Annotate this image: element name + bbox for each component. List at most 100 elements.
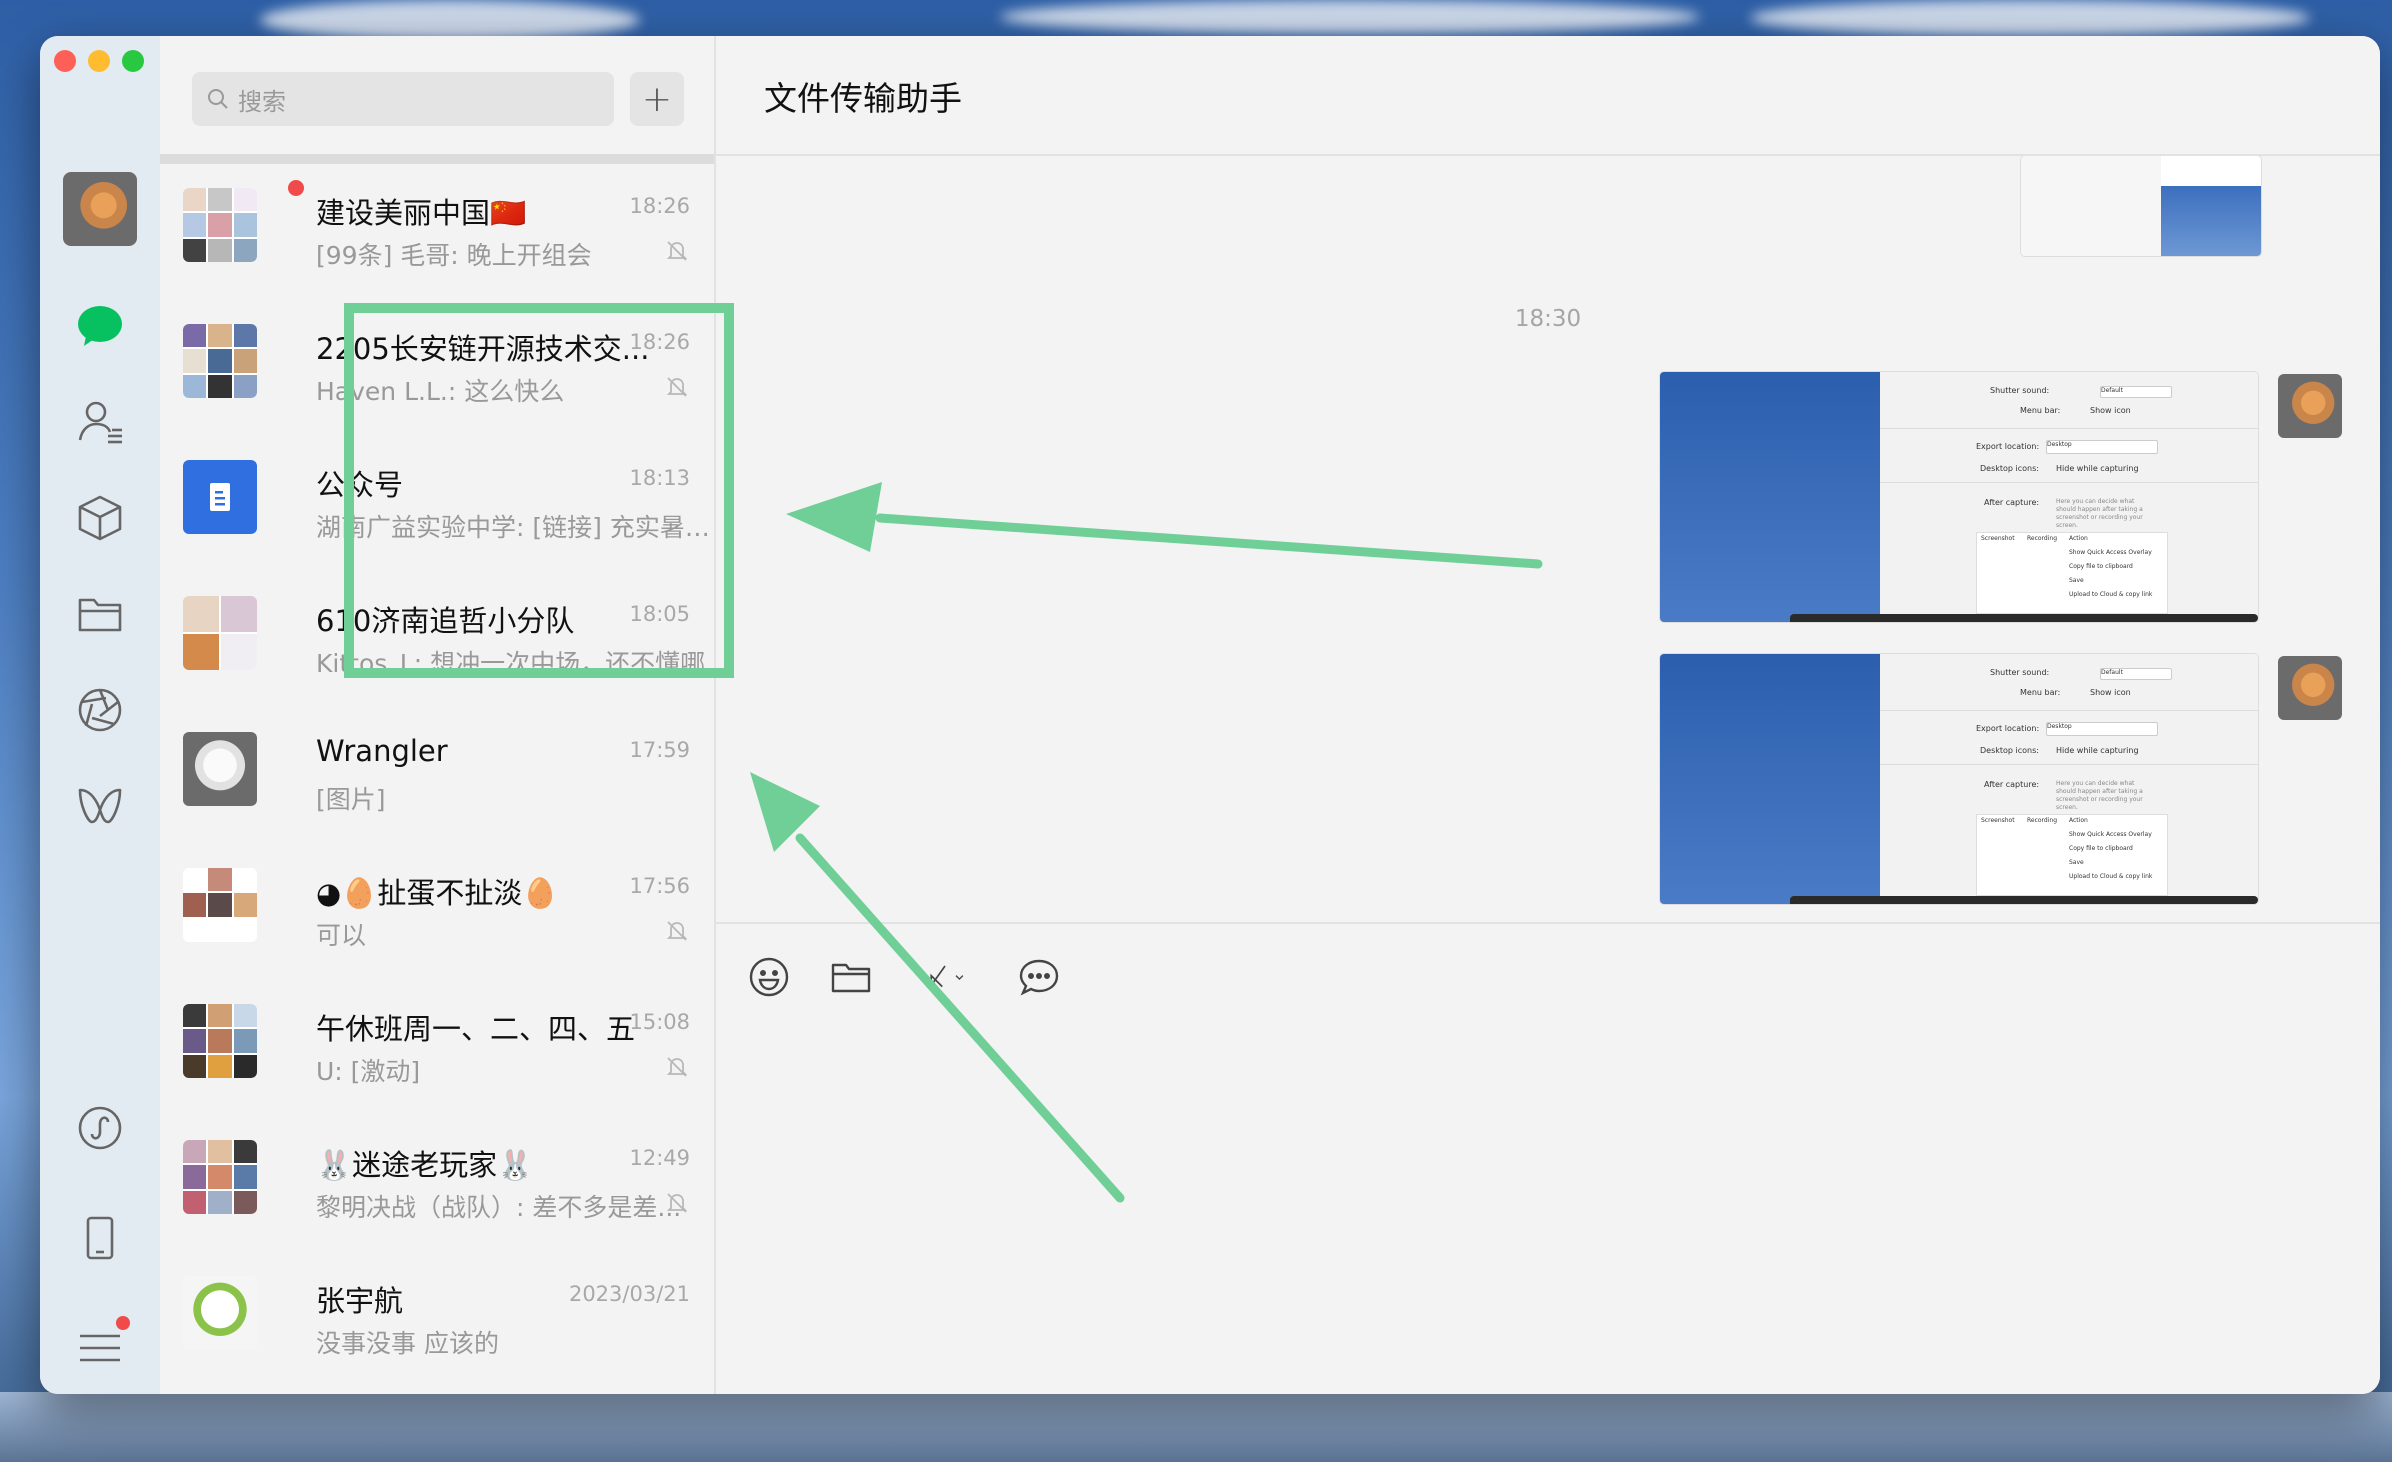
actions-table: Screenshot Recording Action Show Quick A… <box>1976 814 2168 896</box>
chat-preview: 黎明决战（战队）: 差不多是差... <box>316 1193 682 1222</box>
chat-name: 2205长安链开源技术交... <box>316 332 650 366</box>
chat-list: 建设美丽中国🇨🇳 [99条] 毛哥: 晚上开组会 18:26 2205长安链开源… <box>160 164 716 1388</box>
channels-icon[interactable] <box>68 774 132 838</box>
group-avatar <box>183 1004 257 1078</box>
group-avatar <box>183 324 257 398</box>
chat-name: ◕🥚扯蛋不扯淡🥚 <box>316 876 559 910</box>
settings-divider <box>1880 428 2258 429</box>
chat-row[interactable]: 建设美丽中国🇨🇳 [99条] 毛哥: 晚上开组会 18:26 <box>160 164 714 300</box>
group-avatar <box>183 596 257 670</box>
sender-avatar[interactable] <box>2278 656 2342 720</box>
actions-table: Screenshot Recording Action Show Quick A… <box>1976 532 2168 614</box>
sidebar-rail <box>40 36 160 1394</box>
chat-name: 🐰迷途老玩家🐰 <box>316 1148 534 1182</box>
chat-row[interactable]: 610济南追哲小分队 Kittos_L: 想冲一次中场，还不懂哪 18:05 <box>160 572 714 708</box>
zoom-window-button[interactable] <box>122 50 144 72</box>
settings-divider <box>1880 710 2258 711</box>
input-divider <box>716 922 2380 924</box>
table-cell: Upload to Cloud & copy link <box>2069 873 2153 880</box>
emoji-icon <box>749 957 789 997</box>
image-dock-bar <box>1790 614 2258 622</box>
table-cell: Show Quick Access Overlay <box>2069 549 2152 556</box>
chat-preview: U: [激动] <box>316 1057 421 1086</box>
desktop-street <box>0 1392 2392 1462</box>
search-input[interactable]: 搜索 <box>192 72 614 126</box>
chat-row[interactable]: Wrangler [图片] 17:59 <box>160 708 714 844</box>
settings-divider <box>1880 482 2258 483</box>
message-area[interactable]: 18:30 Shutter sound: Default Menu bar: S… <box>716 156 2380 960</box>
table-cell: Copy file to clipboard <box>2069 563 2133 570</box>
chat-preview: [图片] <box>316 785 386 814</box>
folder-icon <box>831 963 871 993</box>
send-file-button[interactable] <box>828 954 874 1000</box>
chat-row[interactable]: 张宇航 没事没事 应该的 2023/03/21 <box>160 1252 714 1388</box>
partial-image-ui <box>2021 156 2161 256</box>
settings-note: Here you can decide what should happen a… <box>2056 780 2143 811</box>
contacts-icon[interactable] <box>68 390 132 454</box>
chat-row[interactable]: 午休班周一、二、四、五 U: [激动] 15:08 <box>160 980 714 1116</box>
mute-bell-icon <box>666 1193 688 1213</box>
chat-row[interactable]: ◕🥚扯蛋不扯淡🥚 可以 17:56 <box>160 844 714 980</box>
table-header: Screenshot <box>1981 817 2015 824</box>
files-folder-icon[interactable] <box>68 582 132 646</box>
scissors-icon <box>926 965 964 990</box>
mini-programs-icon[interactable] <box>68 1096 132 1160</box>
settings-select: Default <box>2100 386 2172 398</box>
add-chat-button[interactable]: + <box>630 72 684 126</box>
search-placeholder: 搜索 <box>238 87 286 116</box>
chat-row[interactable]: 公众号 湖南广益实验中学: [链接] 充实暑假... 18:13 <box>160 436 716 572</box>
chat-name: 张宇航 <box>316 1284 404 1318</box>
phone-icon[interactable] <box>68 1206 132 1270</box>
settings-divider <box>1880 764 2258 765</box>
chat-time: 18:26 <box>629 330 690 354</box>
table-header: Action <box>2069 817 2088 824</box>
chat-history-button[interactable] <box>1016 954 1062 1000</box>
image-wallpaper <box>1660 372 1880 622</box>
official-accounts-icon <box>183 460 257 534</box>
chat-name: Wrangler <box>316 734 448 768</box>
minimize-window-button[interactable] <box>88 50 110 72</box>
chat-time: 12:49 <box>629 1146 690 1170</box>
contact-avatar <box>183 732 257 806</box>
moments-aperture-icon[interactable] <box>68 678 132 742</box>
image-message[interactable]: Shutter sound: Default Menu bar: Show ic… <box>1660 654 2258 904</box>
chat-time: 18:26 <box>629 194 690 218</box>
chat-preview: 可以 <box>316 921 367 950</box>
favorites-box-icon[interactable] <box>68 486 132 550</box>
partial-image-wallpaper <box>2161 186 2261 256</box>
settings-value: Show icon <box>2090 406 2131 415</box>
menu-notification-dot <box>116 1316 130 1330</box>
chat-preview: Haven L.L.: 这么快么 <box>316 377 565 406</box>
image-dock-bar <box>1790 896 2258 904</box>
mute-bell-icon <box>666 921 688 941</box>
desktop-cloud <box>1000 0 1700 34</box>
chat-row[interactable]: 2205长安链开源技术交... Haven L.L.: 这么快么 18:26 <box>160 300 714 436</box>
image-wallpaper <box>1660 654 1880 904</box>
table-header: Recording <box>2027 535 2058 542</box>
sender-avatar[interactable] <box>2278 374 2342 438</box>
chat-row[interactable]: 🐰迷途老玩家🐰 黎明决战（战队）: 差不多是差... 12:49 <box>160 1116 714 1252</box>
settings-note: Here you can decide what should happen a… <box>2056 498 2143 529</box>
settings-select: Desktop <box>2046 722 2158 736</box>
settings-label: Desktop icons: <box>1980 464 2039 473</box>
unread-dot <box>288 180 304 196</box>
chat-icon[interactable] <box>68 294 132 358</box>
settings-label: After capture: <box>1984 780 2040 789</box>
close-window-button[interactable] <box>54 50 76 72</box>
image-message-partial[interactable] <box>2021 156 2261 256</box>
settings-label: Export location: <box>1976 724 2040 733</box>
settings-label: Shutter sound: <box>1990 386 2050 395</box>
group-avatar <box>183 1140 257 1214</box>
screenshot-settings-panel: Shutter sound: Default Menu bar: Show ic… <box>1880 372 2258 622</box>
settings-value: Show icon <box>2090 688 2131 697</box>
chat-name: 公众号 <box>316 468 404 502</box>
user-avatar[interactable] <box>63 172 137 246</box>
chat-preview: Kittos_L: 想冲一次中场，还不懂哪 <box>316 649 706 678</box>
image-message[interactable]: Shutter sound: Default Menu bar: Show ic… <box>1660 372 2258 622</box>
screenshot-button[interactable] <box>910 954 980 1000</box>
chat-name: 610济南追哲小分队 <box>316 604 575 638</box>
emoji-button[interactable] <box>746 954 792 1000</box>
chat-time: 15:08 <box>629 1010 690 1034</box>
conversation-panel: 文件传输助手 18:30 Shutter sound: Default Menu… <box>716 36 2380 1394</box>
desktop-cloud <box>1750 0 2310 36</box>
